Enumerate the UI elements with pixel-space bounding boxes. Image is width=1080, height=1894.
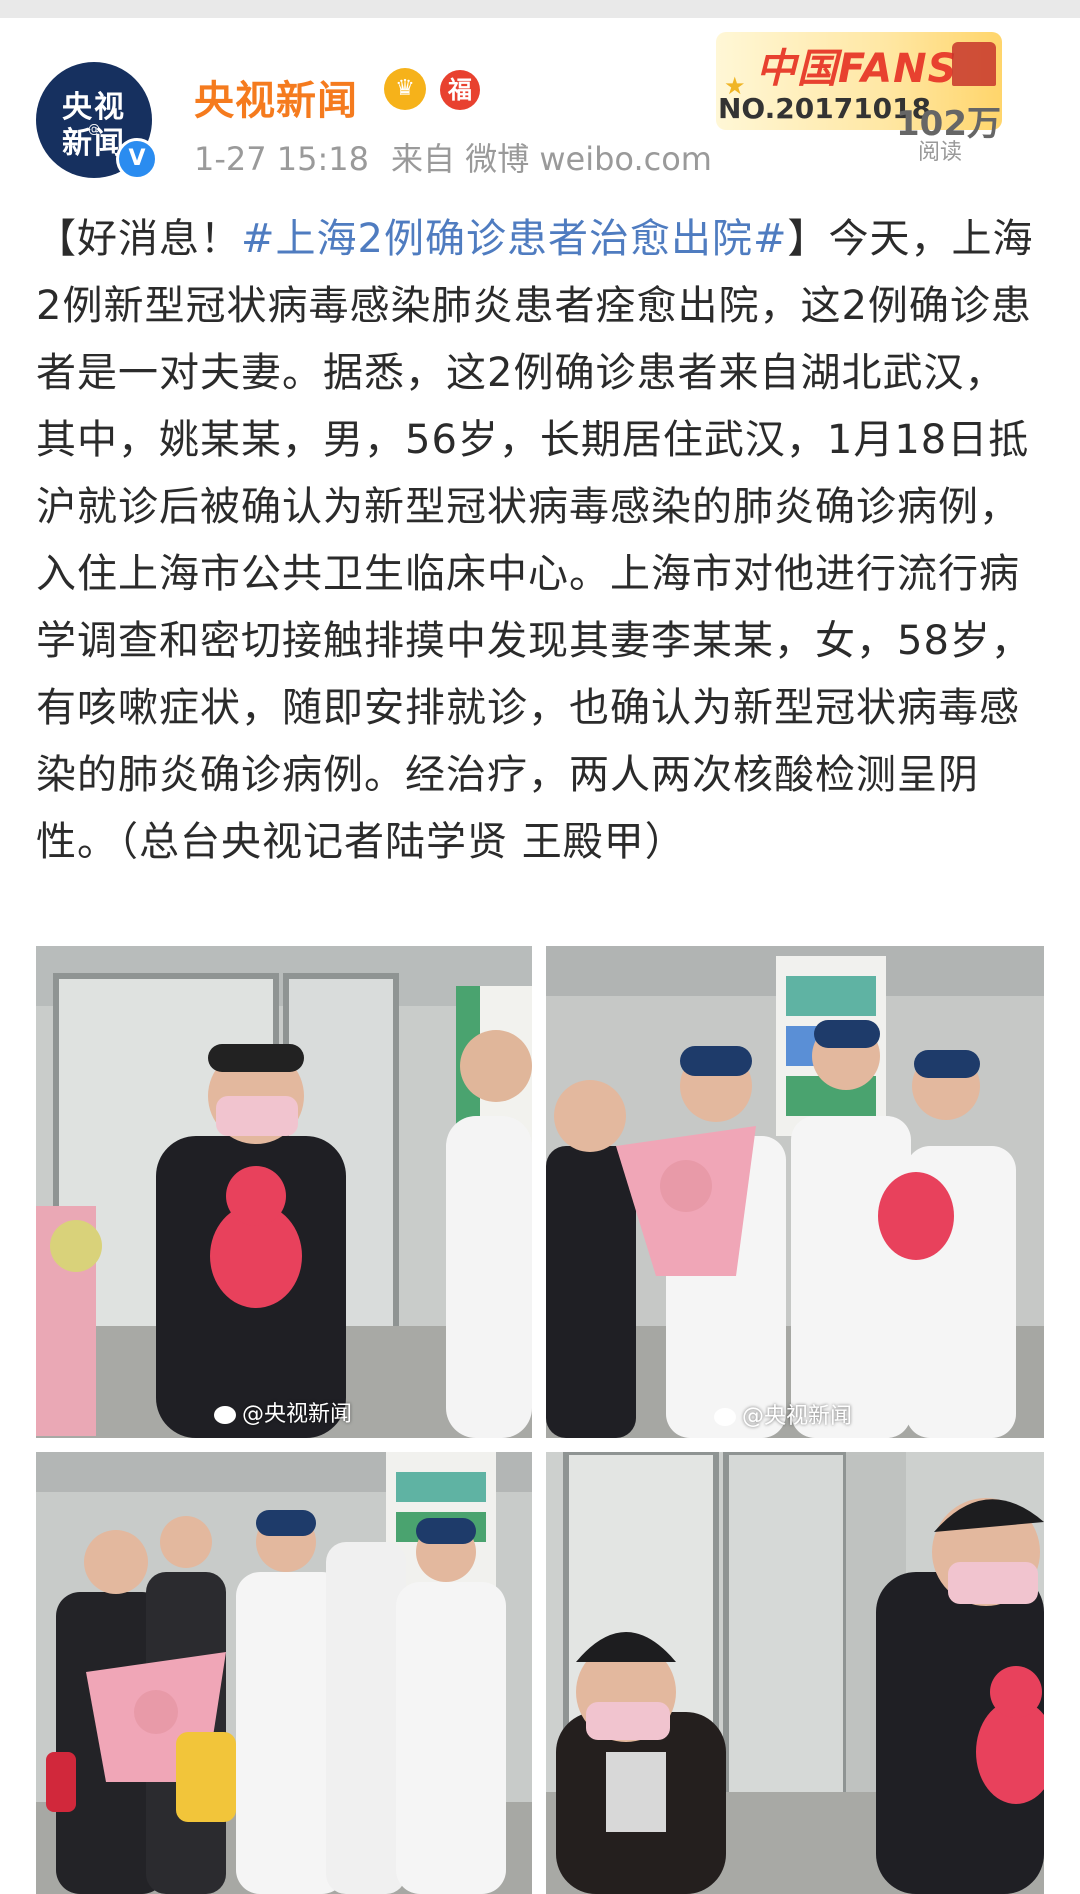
post-source: 来自 微博 weibo.com xyxy=(391,140,712,178)
post-text: 】今天，上海2例新型冠状病毒感染肺炎患者痊愈出院，这2例确诊患者是一对夫妻。据悉… xyxy=(36,216,1034,865)
post-body: 【好消息！#上海2例确诊患者治愈出院#】今天，上海2例新型冠状病毒感染肺炎患者痊… xyxy=(36,206,1036,876)
photo-1-scene xyxy=(36,946,532,1438)
fu-badge-icon[interactable]: 福 xyxy=(440,70,480,110)
photo-2-scene xyxy=(546,946,1044,1438)
post-meta: 1-27 15:18 来自 微博 weibo.com xyxy=(194,134,734,180)
verified-icon: V xyxy=(116,138,158,180)
watermark-text: @央视新闻 xyxy=(742,1404,853,1429)
photo-couple-with-medical-staff[interactable] xyxy=(36,1452,532,1894)
read-label: 阅读 xyxy=(918,140,963,165)
photo-couple-leaving[interactable] xyxy=(546,1452,1044,1894)
fans-brand: 中国FANS xyxy=(756,46,958,92)
gate-icon xyxy=(952,42,996,86)
photo-4-scene xyxy=(546,1452,1044,1894)
photo-man-with-plush-toy[interactable]: @央视新闻 xyxy=(36,946,532,1438)
watermark-text: @央视新闻 xyxy=(242,1402,353,1427)
username[interactable]: 央视新闻 xyxy=(194,68,358,126)
photo-woman-receives-flowers[interactable]: @央视新闻 xyxy=(546,946,1044,1438)
avatar-at-mark: @ xyxy=(88,122,100,136)
photo-watermark: @央视新闻 xyxy=(714,1398,852,1430)
post-time: 1-27 15:18 xyxy=(194,140,370,178)
status-strip xyxy=(0,0,1080,18)
post-prefix: 【好消息！ xyxy=(36,216,241,262)
hashtag-link[interactable]: #上海2例确诊患者治愈出院# xyxy=(241,216,787,262)
post-header: 央视 新闻 @ V 央视新闻 ♛ 福 1-27 15:18 来自 微博 weibo… xyxy=(0,18,1080,188)
weibo-logo-icon xyxy=(214,1406,236,1424)
crown-icon[interactable]: ♛ xyxy=(384,68,426,110)
photo-3-scene xyxy=(36,1452,532,1894)
photo-watermark: @央视新闻 xyxy=(214,1396,352,1428)
weibo-logo-icon xyxy=(714,1408,736,1426)
